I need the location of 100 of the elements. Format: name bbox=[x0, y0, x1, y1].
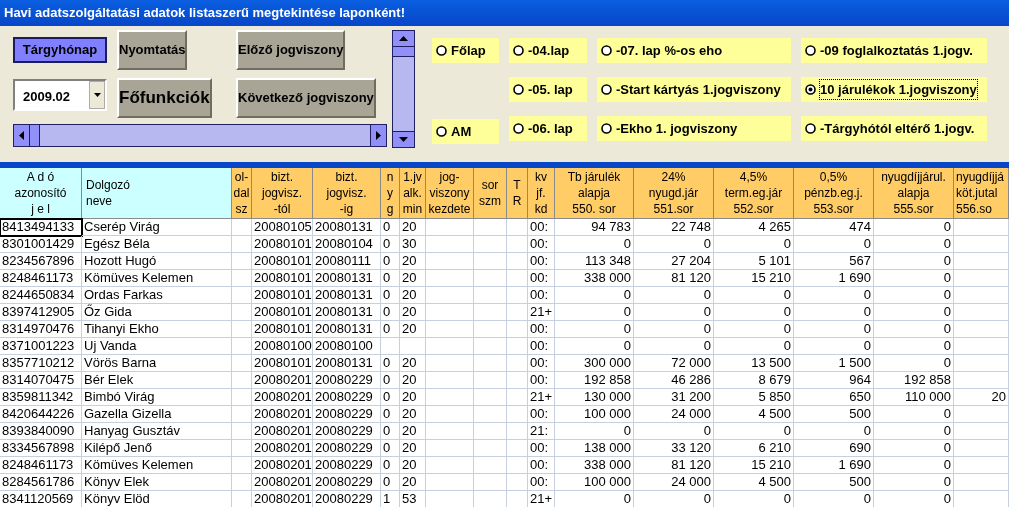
empty-cell bbox=[426, 338, 474, 355]
empty-cell bbox=[232, 406, 252, 423]
table-cell: 00: bbox=[528, 440, 555, 457]
table-cell: 0 bbox=[381, 474, 400, 491]
empty-cell bbox=[474, 304, 507, 321]
table-cell: 0 bbox=[381, 253, 400, 270]
table-cell: 00: bbox=[528, 338, 555, 355]
table-cell: 0 bbox=[794, 321, 874, 338]
column-header: A d ó azonosító j e l bbox=[0, 168, 82, 219]
table-cell: 20080201 bbox=[252, 440, 313, 457]
empty-cell bbox=[507, 321, 528, 338]
table-cell: 8301001429 bbox=[0, 236, 82, 253]
table-cell: 00: bbox=[528, 474, 555, 491]
table-cell: 81 120 bbox=[634, 457, 714, 474]
table-cell: 20080229 bbox=[313, 474, 381, 491]
page-option[interactable]: AM bbox=[432, 119, 499, 144]
empty-cell bbox=[381, 338, 400, 355]
page-option[interactable]: 10 járulékok 1.jogviszony bbox=[801, 77, 987, 102]
horizontal-scrollbar[interactable] bbox=[13, 124, 387, 147]
table-cell: 0 bbox=[714, 287, 794, 304]
table-cell: Könyv Elöd bbox=[82, 491, 232, 507]
table-cell: 4 500 bbox=[714, 406, 794, 423]
page-option[interactable]: -05. lap bbox=[509, 77, 587, 102]
table-cell: 00: bbox=[528, 372, 555, 389]
table-cell: 8357710212 bbox=[0, 355, 82, 372]
table-cell: 0 bbox=[874, 219, 954, 236]
page-option[interactable]: -07. lap %-os eho bbox=[597, 38, 791, 63]
table-cell: 30 bbox=[400, 236, 426, 253]
table-cell: 15 210 bbox=[714, 270, 794, 287]
table-cell: 8420644226 bbox=[0, 406, 82, 423]
radio-icon bbox=[805, 45, 816, 56]
action-button[interactable]: Előző jogviszony bbox=[236, 30, 346, 70]
empty-cell bbox=[232, 474, 252, 491]
table-cell: 0 bbox=[634, 287, 714, 304]
action-button[interactable]: Következő jogviszony bbox=[236, 78, 376, 118]
page-option[interactable]: Főlap bbox=[432, 38, 499, 63]
table-cell: 00: bbox=[528, 236, 555, 253]
table-cell: 20 bbox=[400, 457, 426, 474]
empty-cell bbox=[954, 270, 1009, 287]
table-cell: Őz Gida bbox=[82, 304, 232, 321]
empty-cell bbox=[954, 219, 1009, 236]
table-cell: 8393840090 bbox=[0, 423, 82, 440]
table-cell: 8234567896 bbox=[0, 253, 82, 270]
column-header: 4,5% term.eg.jár 552.sor bbox=[714, 168, 794, 219]
vertical-scrollbar[interactable] bbox=[392, 30, 415, 148]
table-cell: 0 bbox=[381, 440, 400, 457]
page-option[interactable]: -Tárgyhótól eltérő 1.jogv. bbox=[801, 116, 987, 141]
table-cell: 1 690 bbox=[794, 457, 874, 474]
empty-cell bbox=[507, 253, 528, 270]
table-cell: 100 000 bbox=[555, 406, 634, 423]
table-cell: 20 bbox=[400, 474, 426, 491]
empty-cell bbox=[232, 270, 252, 287]
page-option[interactable]: -Start kártyás 1.jogviszony bbox=[597, 77, 791, 102]
scroll-right-icon bbox=[376, 131, 381, 140]
table-cell: 0 bbox=[714, 321, 794, 338]
empty-cell bbox=[426, 423, 474, 440]
table-cell: 20 bbox=[400, 355, 426, 372]
radio-icon bbox=[805, 123, 816, 134]
table-cell: 690 bbox=[794, 440, 874, 457]
empty-cell bbox=[474, 440, 507, 457]
empty-cell bbox=[232, 287, 252, 304]
table-cell: 1 bbox=[381, 491, 400, 507]
dropdown-caret-icon bbox=[93, 93, 101, 97]
table-cell: 0 bbox=[794, 236, 874, 253]
table-cell: 338 000 bbox=[555, 270, 634, 287]
table-cell: 81 120 bbox=[634, 270, 714, 287]
empty-cell bbox=[954, 457, 1009, 474]
radio-icon bbox=[513, 123, 524, 134]
table-cell: 0 bbox=[381, 321, 400, 338]
table-cell: 300 000 bbox=[555, 355, 634, 372]
table-cell: Kömüves Kelemen bbox=[82, 457, 232, 474]
table-cell: 0 bbox=[381, 423, 400, 440]
table-cell: 0 bbox=[794, 304, 874, 321]
page-option[interactable]: -09 foglalkoztatás 1.jogv. bbox=[801, 38, 987, 63]
table-cell: 20080111 bbox=[313, 253, 381, 270]
action-button[interactable]: Nyomtatás bbox=[117, 30, 188, 70]
page-option[interactable]: -06. lap bbox=[509, 116, 587, 141]
empty-cell bbox=[954, 474, 1009, 491]
page-option[interactable]: -Ekho 1. jogviszony bbox=[597, 116, 791, 141]
radio-icon bbox=[436, 45, 447, 56]
table-cell: 8341120569 bbox=[0, 491, 82, 507]
table-cell: 20080101 bbox=[252, 287, 313, 304]
table-cell: 20080100 bbox=[313, 338, 381, 355]
table-cell: 5 101 bbox=[714, 253, 794, 270]
table-cell: 8314970476 bbox=[0, 321, 82, 338]
table-cell: 0 bbox=[555, 287, 634, 304]
table-cell: 8248461173 bbox=[0, 270, 82, 287]
table-cell: 5 850 bbox=[714, 389, 794, 406]
empty-cell bbox=[954, 321, 1009, 338]
empty-cell bbox=[954, 304, 1009, 321]
action-button[interactable]: Főfunkciók bbox=[117, 78, 212, 118]
scroll-thumb[interactable] bbox=[393, 47, 414, 57]
table-cell: Vörös Barna bbox=[82, 355, 232, 372]
page-option[interactable]: -04.lap bbox=[509, 38, 587, 63]
empty-cell bbox=[400, 338, 426, 355]
scroll-thumb[interactable] bbox=[30, 125, 40, 146]
table-cell: 0 bbox=[634, 321, 714, 338]
empty-cell bbox=[954, 338, 1009, 355]
month-combo[interactable]: 2009.02 bbox=[13, 79, 107, 111]
empty-cell bbox=[232, 372, 252, 389]
